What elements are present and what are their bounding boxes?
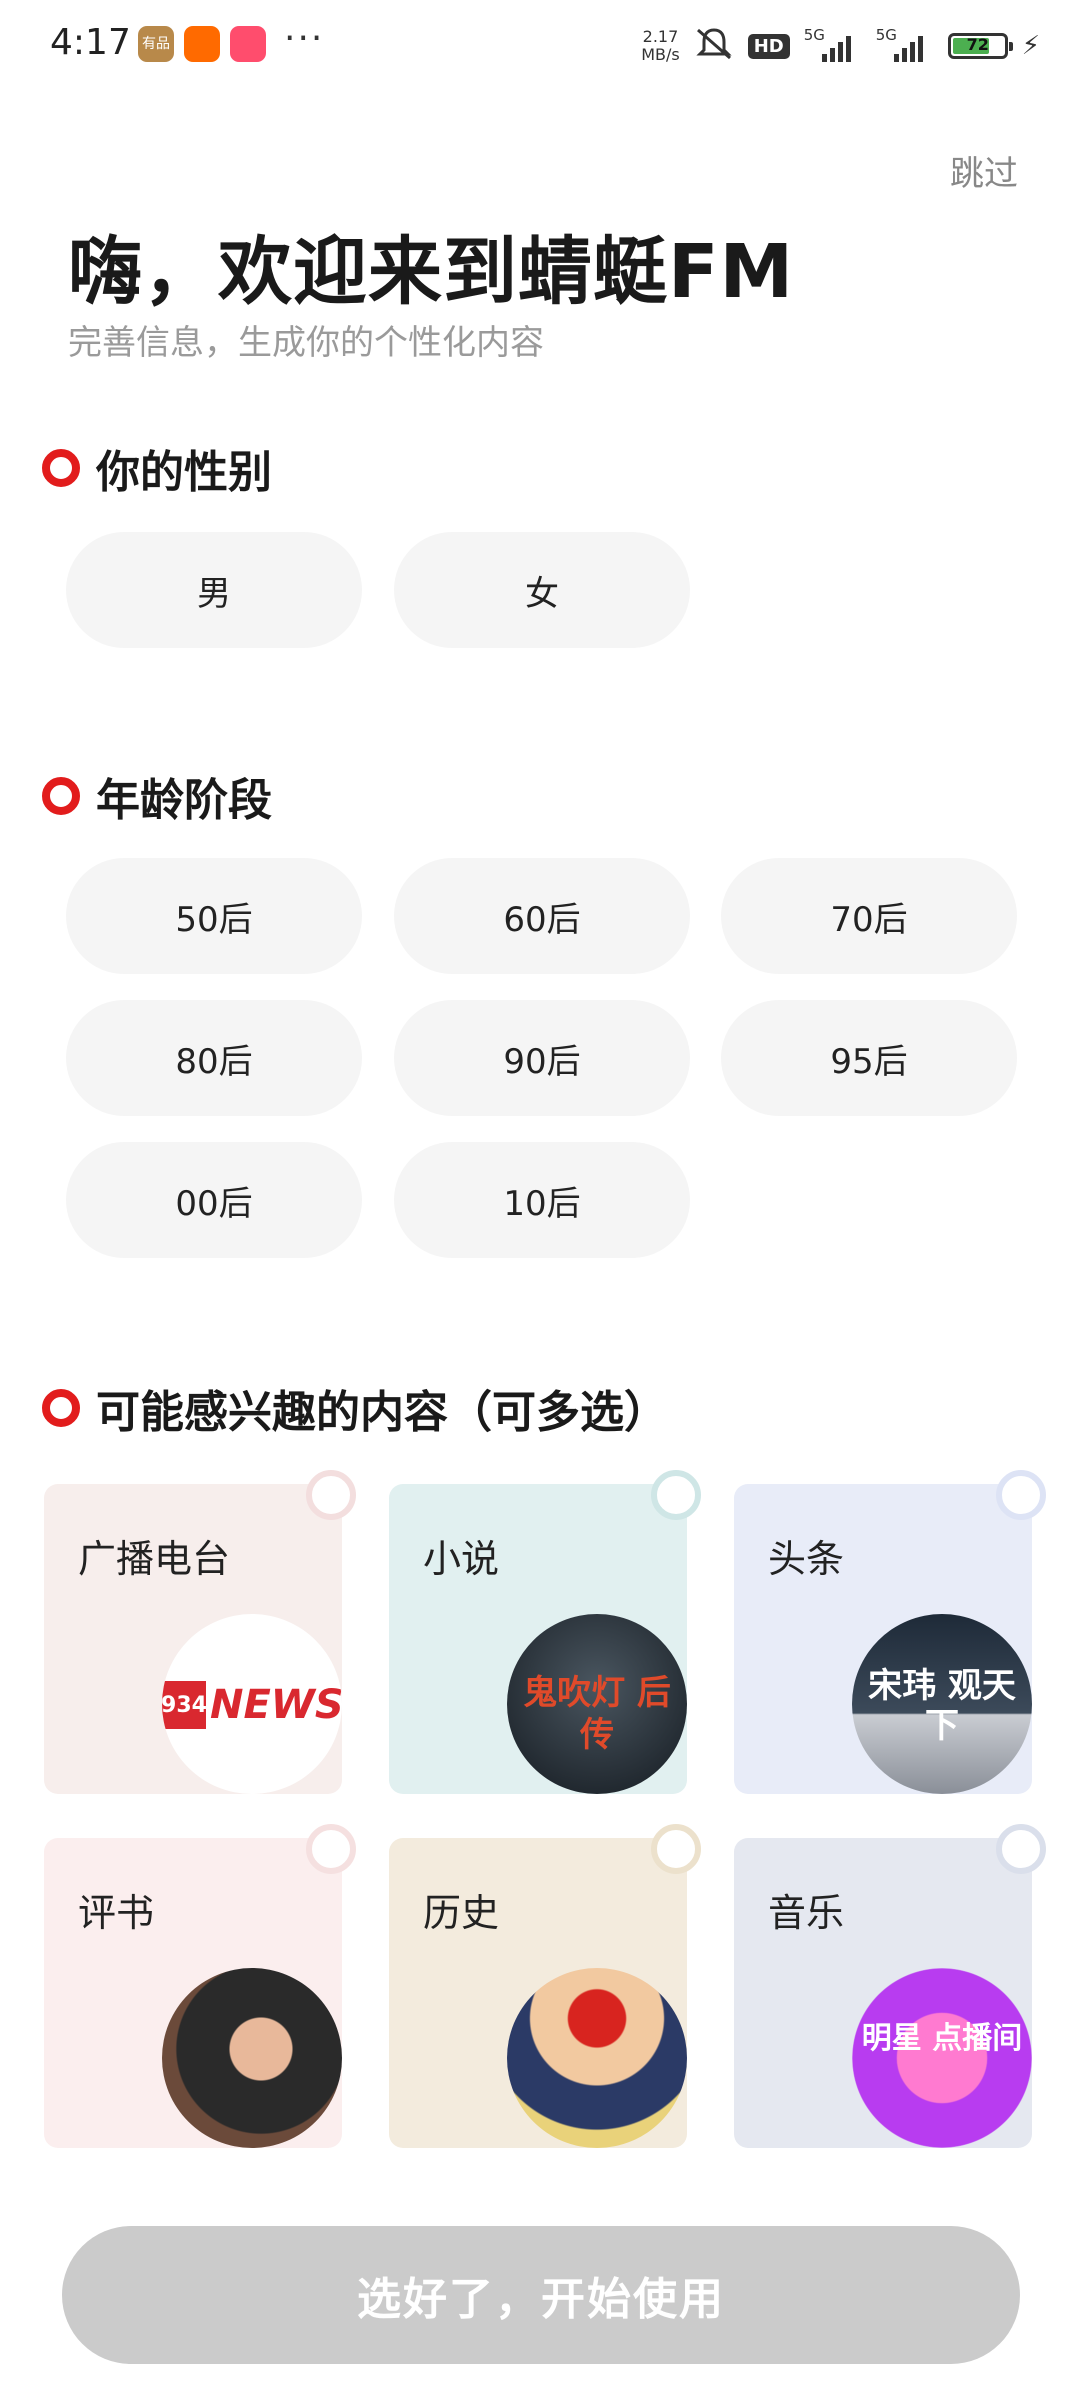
mute-icon xyxy=(694,26,734,66)
interest-card-novel[interactable]: 小说 鬼吹灯 后传 xyxy=(389,1470,701,1794)
age-label: 年龄阶段 xyxy=(96,775,272,826)
gender-section-header: 你的性别 xyxy=(42,436,272,500)
age-option-10[interactable]: 10后 xyxy=(394,1142,690,1258)
card-label: 小说 xyxy=(423,1537,500,1581)
taobao-icon xyxy=(184,26,220,62)
card-background: 广播电台 934 NEWS xyxy=(44,1484,342,1794)
card-label: 音乐 xyxy=(768,1891,845,1935)
age-option-00[interactable]: 00后 xyxy=(66,1142,362,1258)
card-background: 音乐 明星 点播间 xyxy=(734,1838,1032,2148)
select-checkbox-icon[interactable] xyxy=(306,1824,356,1874)
age-option-90[interactable]: 90后 xyxy=(394,1000,690,1116)
status-bar: 4:17 有品 ··· 2.17 MB/s HD 5G 5G 72 ⚡ xyxy=(0,0,1080,92)
novel-cover-image: 鬼吹灯 后传 xyxy=(507,1614,687,1794)
gender-option-male[interactable]: 男 xyxy=(66,532,362,648)
signal-icon-2: 5G xyxy=(876,26,934,64)
page-subtitle: 完善信息，生成你的个性化内容 xyxy=(68,323,544,363)
interest-card-headlines[interactable]: 头条 宋玮 观天下 xyxy=(734,1470,1046,1794)
card-background: 历史 xyxy=(389,1838,687,2148)
gender-option-female[interactable]: 女 xyxy=(394,532,690,648)
select-checkbox-icon[interactable] xyxy=(996,1470,1046,1520)
interest-card-history[interactable]: 历史 xyxy=(389,1824,701,2148)
interest-card-radio[interactable]: 广播电台 934 NEWS xyxy=(44,1470,356,1794)
age-option-80[interactable]: 80后 xyxy=(66,1000,362,1116)
card-background: 小说 鬼吹灯 后传 xyxy=(389,1484,687,1794)
battery-icon: 72 xyxy=(947,33,1013,59)
network-speed: 2.17 MB/s xyxy=(641,27,680,64)
music-cover-image: 明星 点播间 xyxy=(852,1968,1032,2148)
age-section-header: 年龄阶段 xyxy=(42,764,272,828)
youpin-icon: 有品 xyxy=(138,26,174,62)
storyteller-image xyxy=(162,1968,342,2148)
headline-cover-image: 宋玮 观天下 xyxy=(852,1614,1032,1794)
interests-section-header: 可能感兴趣的内容（可多选） xyxy=(42,1376,668,1440)
interest-card-storytelling[interactable]: 评书 xyxy=(44,1824,356,2148)
age-option-50[interactable]: 50后 xyxy=(66,858,362,974)
age-option-70[interactable]: 70后 xyxy=(721,858,1017,974)
age-option-60[interactable]: 60后 xyxy=(394,858,690,974)
ring-bullet-icon xyxy=(42,449,80,487)
ring-bullet-icon xyxy=(42,1389,80,1427)
interests-label: 可能感兴趣的内容（可多选） xyxy=(96,1387,668,1438)
card-label: 头条 xyxy=(768,1537,845,1581)
select-checkbox-icon[interactable] xyxy=(996,1824,1046,1874)
card-label: 历史 xyxy=(423,1891,500,1935)
hd-voice-icon: HD xyxy=(747,33,790,59)
page-title: 嗨，欢迎来到蜻蜓FM xyxy=(68,229,795,315)
select-checkbox-icon[interactable] xyxy=(651,1824,701,1874)
charging-icon: ⚡ xyxy=(1021,31,1040,61)
status-time: 4:17 xyxy=(50,22,131,63)
card-background: 头条 宋玮 观天下 xyxy=(734,1484,1032,1794)
signal-icon-1: 5G xyxy=(804,26,862,64)
start-button[interactable]: 选好了，开始使用 xyxy=(62,2226,1020,2364)
select-checkbox-icon[interactable] xyxy=(651,1470,701,1520)
more-notifications-icon: ··· xyxy=(284,18,325,59)
status-right: 2.17 MB/s HD 5G 5G 72 ⚡ xyxy=(641,24,1040,68)
gender-label: 你的性别 xyxy=(96,447,272,498)
interest-card-music[interactable]: 音乐 明星 点播间 xyxy=(734,1824,1046,2148)
card-label: 评书 xyxy=(78,1891,155,1935)
card-label: 广播电台 xyxy=(78,1537,231,1581)
ring-bullet-icon xyxy=(42,777,80,815)
age-option-95[interactable]: 95后 xyxy=(721,1000,1017,1116)
skip-button[interactable]: 跳过 xyxy=(950,146,1018,195)
select-checkbox-icon[interactable] xyxy=(306,1470,356,1520)
history-cover-image xyxy=(507,1968,687,2148)
card-background: 评书 xyxy=(44,1838,342,2148)
pinduoduo-icon xyxy=(230,26,266,62)
news-logo-image: 934 NEWS xyxy=(162,1614,342,1794)
